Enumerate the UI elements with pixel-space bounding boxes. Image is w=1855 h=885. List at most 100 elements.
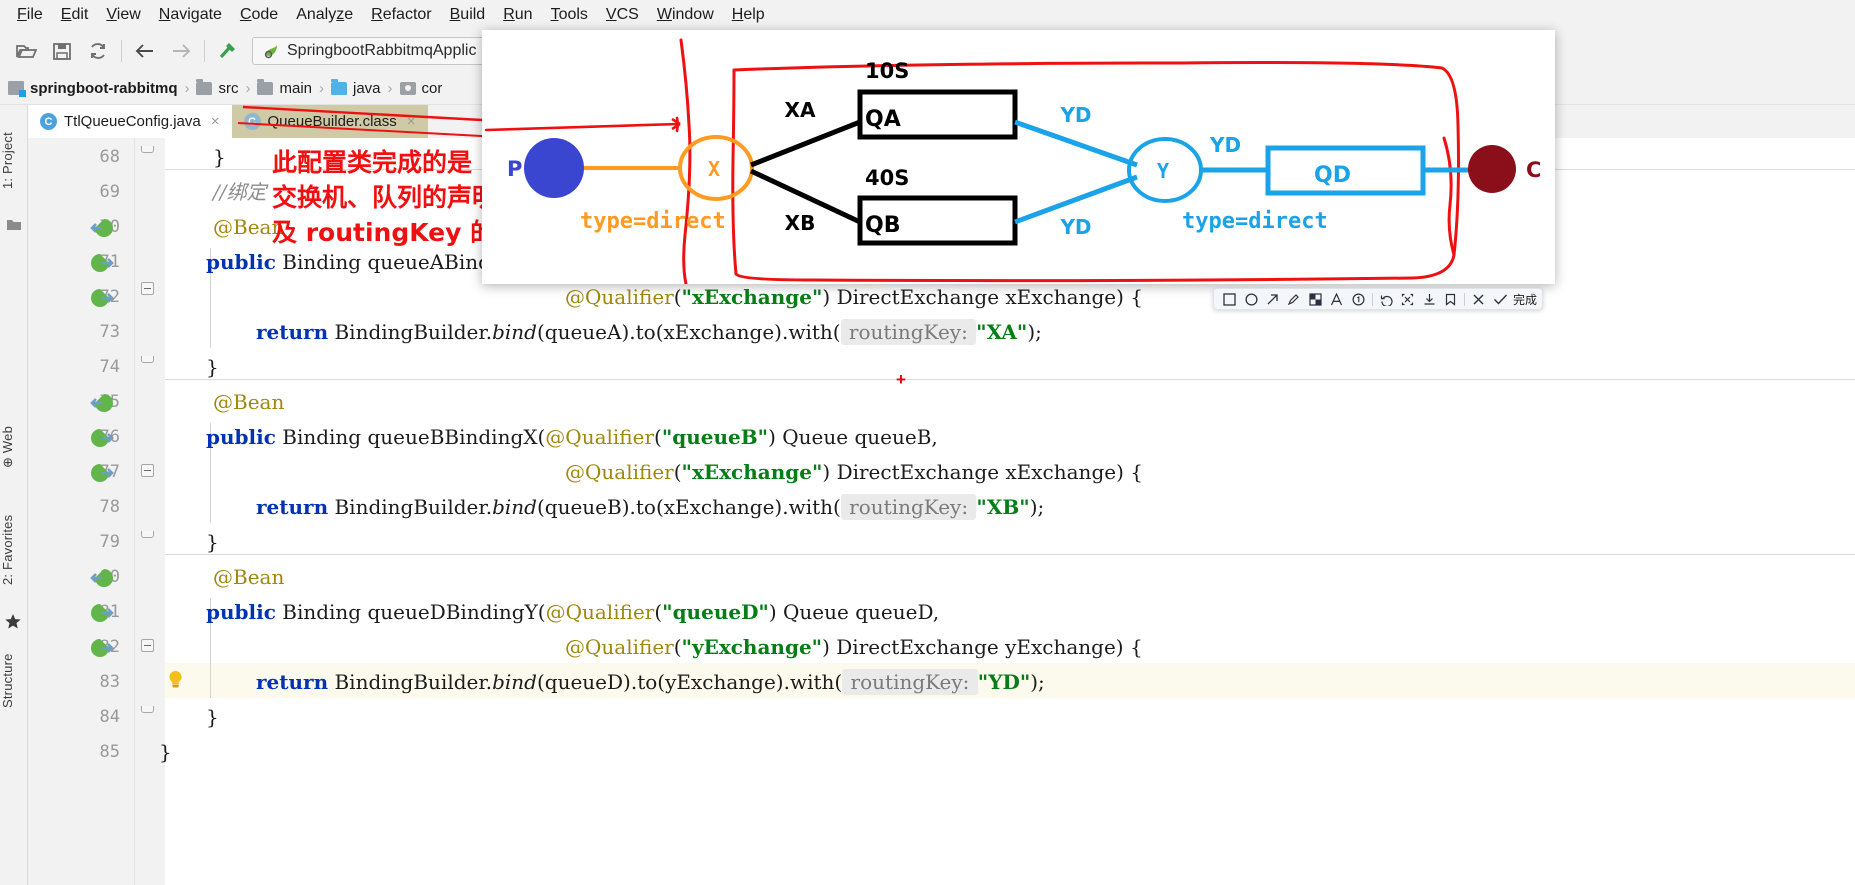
line-number: 68 <box>99 147 120 167</box>
back-arrow-icon[interactable] <box>127 35 163 67</box>
save-icon[interactable] <box>44 35 80 67</box>
close-tool-icon[interactable] <box>1468 289 1489 309</box>
code-line-77: @Qualifier("xExchange") DirectExchange x… <box>565 460 1143 484</box>
tab-ttl-queue-config[interactable]: C TtlQueueConfig.java × <box>28 105 232 138</box>
menu-item-build[interactable]: Build <box>441 4 495 26</box>
code-line-74: } <box>206 355 219 379</box>
bean-out-icon[interactable] <box>90 602 114 622</box>
consumer-node <box>1468 145 1516 193</box>
ocr-tool-icon[interactable] <box>1397 289 1418 309</box>
undo-tool-icon[interactable] <box>1376 289 1397 309</box>
screenshot-annotation-toolbar[interactable]: 完成 <box>1213 288 1543 310</box>
sidebar-item-web[interactable]: ⊕ Web <box>0 415 28 479</box>
arrow-tool-icon[interactable] <box>1262 289 1283 309</box>
exchange-x-label: X <box>708 157 720 181</box>
menu-item-navigate[interactable]: Navigate <box>150 4 231 26</box>
bean-in-icon[interactable] <box>90 217 113 237</box>
breadcrumb-label: java <box>353 79 381 97</box>
queue-qa-label: QA <box>865 107 901 132</box>
menu-item-file[interactable]: File <box>8 4 52 26</box>
line-number: 79 <box>99 532 120 552</box>
fold-handle[interactable] <box>141 531 154 538</box>
bean-out-icon[interactable] <box>90 287 114 307</box>
annotation-bean: @Bean <box>213 565 285 589</box>
code-line-76: public Binding queueBBindingX(@Qualifier… <box>206 425 938 449</box>
breadcrumb-item-main[interactable]: main <box>257 78 312 97</box>
breadcrumb-label: src <box>218 79 239 97</box>
mosaic-tool-icon[interactable] <box>1305 289 1326 309</box>
tool-window-rail: 1: Project ⊕ Web 2: Favorites Structure <box>0 105 28 885</box>
annotation-note-line2: 交换机、队列的声明 <box>272 183 498 212</box>
code-line-83: return BindingBuilder.bind(queueD).to(yE… <box>256 669 1045 695</box>
breadcrumb-item-src[interactable]: src <box>196 78 239 97</box>
exchange-y-type: type=direct <box>1182 209 1328 234</box>
done-button-label[interactable]: 完成 <box>1511 291 1537 308</box>
star-icon <box>4 613 22 629</box>
folder-icon <box>196 78 213 95</box>
pin-tool-icon[interactable] <box>1440 289 1461 309</box>
ellipse-tool-icon[interactable] <box>1240 289 1261 309</box>
menu-item-run[interactable]: Run <box>494 4 541 26</box>
open-folder-icon[interactable] <box>8 35 44 67</box>
bean-out-icon[interactable] <box>90 462 114 482</box>
module-icon <box>8 81 26 97</box>
rectangle-tool-icon[interactable] <box>1219 289 1240 309</box>
fold-handle[interactable] <box>141 639 154 652</box>
project-icon <box>6 217 22 231</box>
menu-item-tools[interactable]: Tools <box>542 4 597 26</box>
breadcrumb-item-module[interactable]: springboot-rabbitmq <box>8 80 177 97</box>
tab-queue-builder[interactable]: C QueueBuilder.class × <box>231 105 428 138</box>
close-icon[interactable]: × <box>211 113 220 130</box>
sidebar-item-structure[interactable]: Structure <box>0 635 28 727</box>
comment-binding: //绑定 <box>213 180 267 204</box>
sync-icon[interactable] <box>80 35 116 67</box>
fold-handle[interactable] <box>141 464 154 477</box>
rabbitmq-topology-diagram: P X type=direct XA XB QA 10S QB 40S YD Y… <box>484 38 1541 284</box>
menu-item-view[interactable]: View <box>97 4 149 26</box>
code-line-80: @Bean <box>213 560 1855 595</box>
fold-handle[interactable] <box>141 146 154 153</box>
number-tool-icon[interactable] <box>1347 289 1368 309</box>
text-tool-icon[interactable] <box>1326 289 1347 309</box>
menu-item-analyze[interactable]: Analyze <box>287 4 362 26</box>
sidebar-item-project[interactable]: 1: Project <box>0 113 28 209</box>
bean-out-icon[interactable] <box>90 427 114 447</box>
code-line-73: return BindingBuilder.bind(queueA).to(xE… <box>256 319 1042 345</box>
menu-item-help[interactable]: Help <box>723 4 774 26</box>
fold-handle[interactable] <box>141 356 154 363</box>
folder-icon <box>257 78 274 95</box>
intention-bulb-icon[interactable] <box>166 670 185 689</box>
menu-item-code[interactable]: Code <box>231 4 287 26</box>
bean-in-icon[interactable] <box>90 392 113 412</box>
code-folding-column[interactable] <box>135 138 165 885</box>
menu-bar: File Edit View Navigate Code Analyze Ref… <box>0 0 1855 30</box>
breadcrumb-separator: › <box>184 79 190 97</box>
exchange-y-label: Y <box>1157 159 1169 183</box>
line-number: 83 <box>99 672 120 692</box>
confirm-tool-icon[interactable] <box>1490 289 1511 309</box>
close-icon[interactable]: × <box>407 113 416 130</box>
menu-item-edit[interactable]: Edit <box>52 4 98 26</box>
annotation-note-line1: 此配置类完成的是 <box>272 148 473 177</box>
fold-handle[interactable] <box>141 706 154 713</box>
line-number: 69 <box>99 182 120 202</box>
sidebar-item-favorites[interactable]: 2: Favorites <box>0 495 28 605</box>
line-number: 84 <box>99 707 120 727</box>
breadcrumb-separator: › <box>387 79 393 97</box>
breadcrumb-separator: › <box>319 79 324 97</box>
bean-in-icon[interactable] <box>90 567 113 587</box>
pen-tool-icon[interactable] <box>1283 289 1304 309</box>
fold-handle[interactable] <box>141 282 154 295</box>
screenshot-overlay-panel[interactable]: P X type=direct XA XB QA 10S QB 40S YD Y… <box>482 30 1555 284</box>
menu-item-vcs[interactable]: VCS <box>597 4 648 26</box>
consumer-label: C <box>1526 158 1541 182</box>
bean-out-icon[interactable] <box>90 637 114 657</box>
menu-item-refactor[interactable]: Refactor <box>362 4 440 26</box>
build-hammer-icon[interactable] <box>210 35 246 67</box>
breadcrumb-item-package[interactable]: cor <box>399 80 442 97</box>
download-tool-icon[interactable] <box>1418 289 1439 309</box>
breadcrumb-item-java[interactable]: java <box>331 78 381 97</box>
bean-out-icon[interactable] <box>90 252 114 272</box>
menu-item-window[interactable]: Window <box>648 4 723 26</box>
forward-arrow-icon[interactable] <box>163 35 199 67</box>
